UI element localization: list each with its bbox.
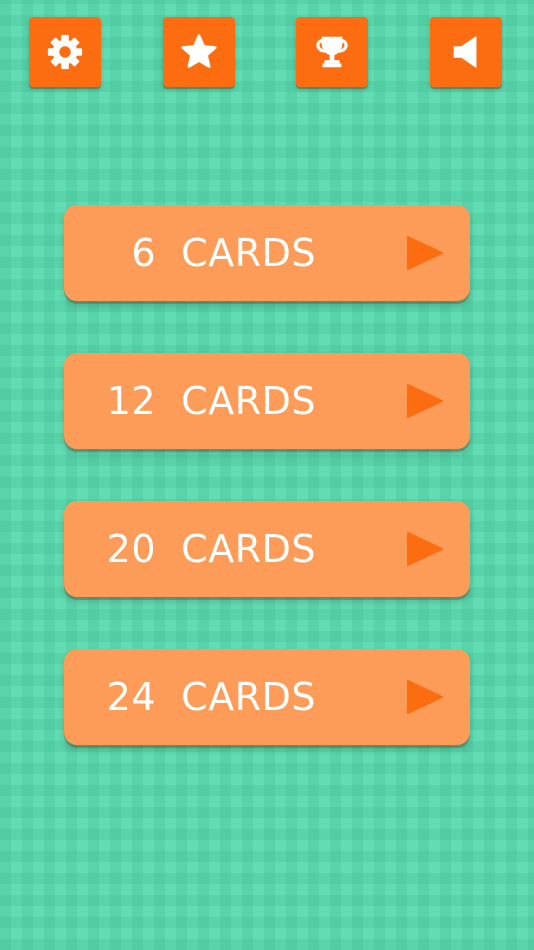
mode-20-cards-button[interactable]: 20 CARDS bbox=[64, 501, 470, 597]
mode-12-cards-button[interactable]: 12 CARDS bbox=[64, 353, 470, 449]
leaderboard-button[interactable] bbox=[296, 17, 368, 87]
top-toolbar bbox=[29, 17, 502, 87]
card-count: 24 bbox=[106, 675, 156, 719]
card-count: 12 bbox=[106, 379, 156, 423]
card-count: 6 bbox=[131, 231, 156, 275]
cards-word: CARDS bbox=[181, 231, 316, 275]
rate-button[interactable] bbox=[163, 17, 235, 87]
cards-word: CARDS bbox=[181, 675, 316, 719]
cards-word: CARDS bbox=[181, 379, 316, 423]
cards-word: CARDS bbox=[181, 527, 316, 571]
mode-24-cards-button[interactable]: 24 CARDS bbox=[64, 649, 470, 745]
mode-label: 20 CARDS bbox=[107, 530, 316, 568]
mode-label: 24 CARDS bbox=[107, 678, 316, 716]
mode-label: 12 CARDS bbox=[107, 382, 316, 420]
play-icon bbox=[407, 236, 443, 270]
play-icon bbox=[407, 532, 443, 566]
play-icon bbox=[407, 384, 443, 418]
sound-button[interactable] bbox=[430, 17, 502, 87]
mode-6-cards-button[interactable]: 6 CARDS bbox=[64, 205, 470, 301]
trophy-icon bbox=[316, 36, 348, 68]
play-icon bbox=[407, 680, 443, 714]
speaker-icon bbox=[453, 35, 477, 69]
star-icon bbox=[181, 34, 217, 68]
card-count: 20 bbox=[106, 527, 156, 571]
settings-button[interactable] bbox=[29, 17, 101, 87]
mode-label: 6 CARDS bbox=[131, 234, 316, 272]
gear-icon bbox=[47, 34, 83, 70]
